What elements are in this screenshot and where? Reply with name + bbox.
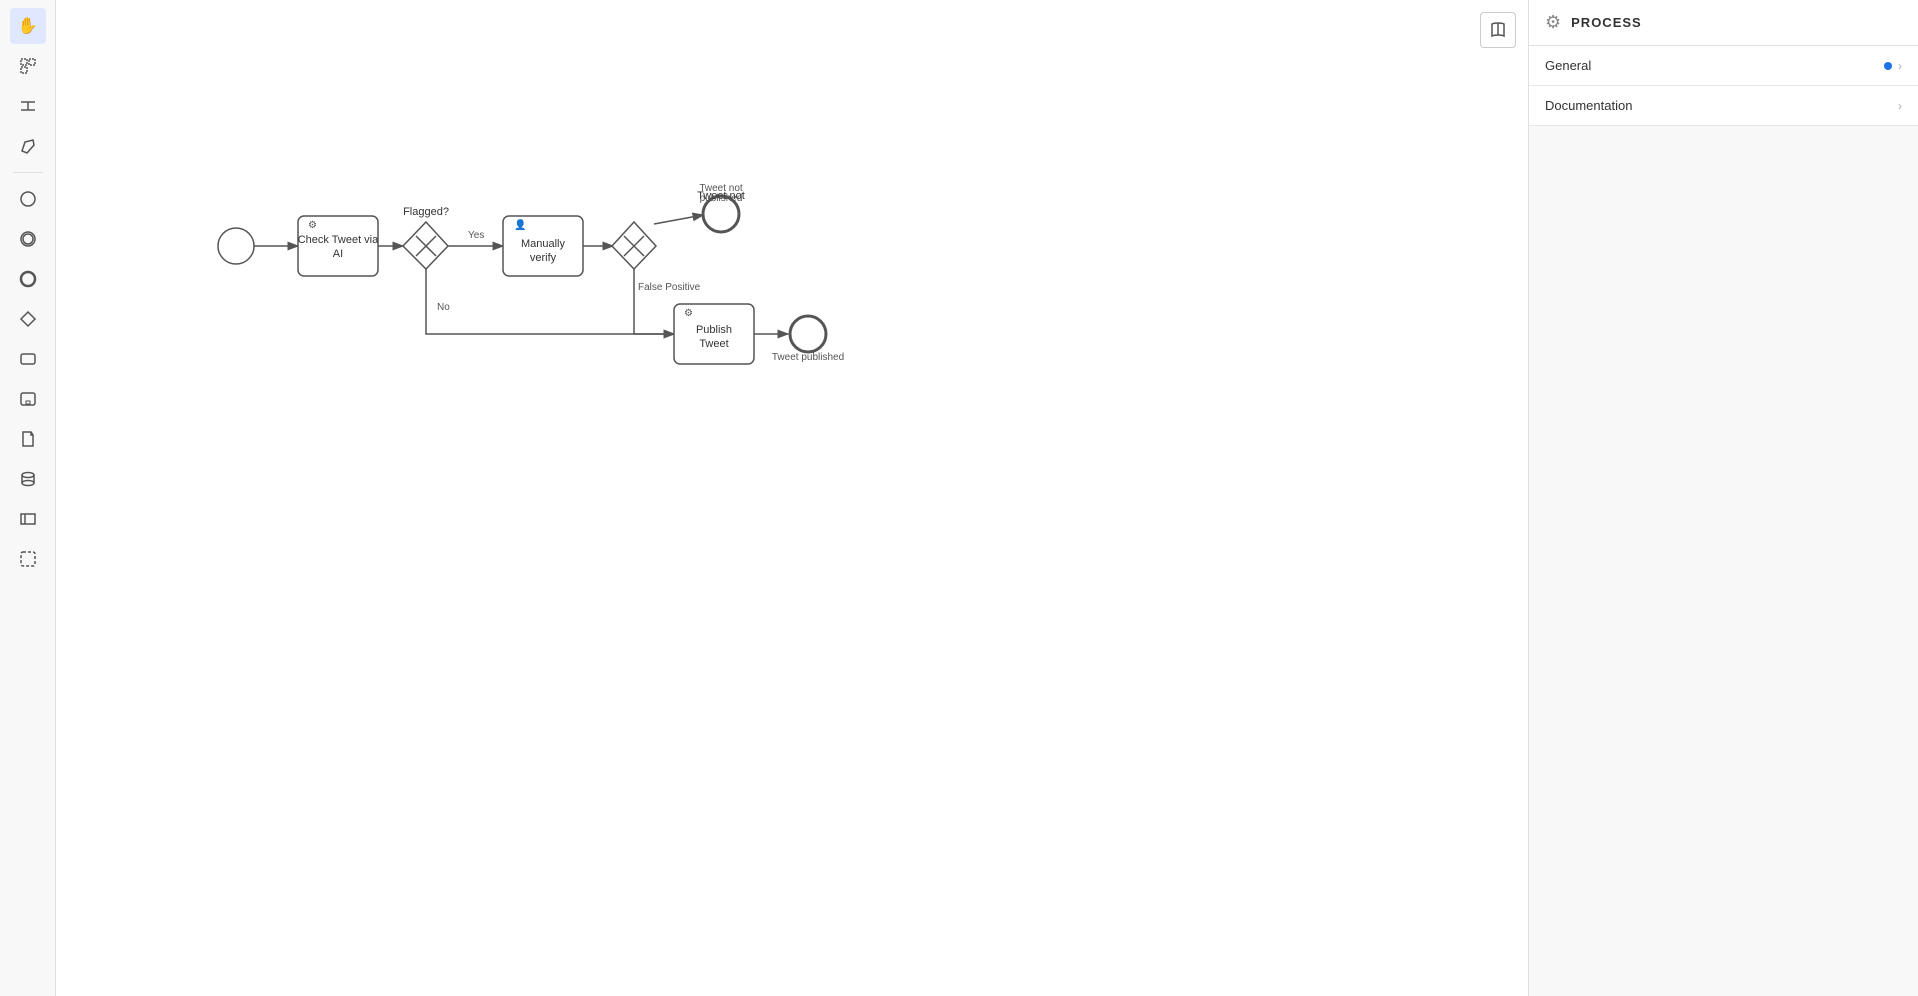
- user-task-icon: 👤: [514, 218, 526, 231]
- documentation-section[interactable]: Documentation ›: [1529, 86, 1918, 126]
- end2-label: Tweet published: [772, 352, 844, 363]
- task-tool[interactable]: [10, 341, 46, 377]
- general-dot: [1884, 62, 1892, 70]
- edge-gw1-task3: [426, 269, 674, 334]
- general-chevron: ›: [1898, 59, 1902, 73]
- end-event-published[interactable]: [790, 316, 826, 352]
- left-toolbar: ✋: [0, 0, 56, 996]
- start-event-tool[interactable]: [10, 181, 46, 217]
- data-object-tool[interactable]: [10, 421, 46, 457]
- bpmn-diagram[interactable]: Yes No False Positive ⚙ Check Tweet via …: [56, 0, 1528, 996]
- task2-label-line1: Manually: [521, 238, 566, 250]
- edge-gw2-task3: [634, 269, 674, 334]
- documentation-label: Documentation: [1545, 98, 1632, 113]
- edge-label-yes: Yes: [468, 230, 484, 241]
- task-check-tweet[interactable]: ⚙ Check Tweet via AI: [298, 216, 379, 276]
- documentation-chevron: ›: [1898, 99, 1902, 113]
- gateway1-label: Flagged?: [403, 206, 449, 218]
- general-section[interactable]: General ›: [1529, 46, 1918, 86]
- canvas-area[interactable]: Yes No False Positive ⚙ Check Tweet via …: [56, 0, 1528, 996]
- gateway-unnamed[interactable]: [612, 222, 656, 269]
- task1-label-line1: Check Tweet via: [298, 234, 379, 246]
- service-task-icon: ⚙: [308, 220, 317, 231]
- general-section-right: ›: [1884, 59, 1902, 73]
- panel-gear-icon: ⚙: [1545, 12, 1561, 33]
- data-store-tool[interactable]: [10, 461, 46, 497]
- documentation-section-right: ›: [1898, 99, 1902, 113]
- align-tool[interactable]: [10, 88, 46, 124]
- task-publish-tweet[interactable]: ⚙ Publish Tweet: [674, 304, 754, 364]
- end-event-tool[interactable]: [10, 261, 46, 297]
- selection-tool[interactable]: [10, 48, 46, 84]
- right-panel: ⚙ PROCESS General › Documentation ›: [1528, 0, 1918, 996]
- hand-tool[interactable]: ✋: [10, 8, 46, 44]
- subprocess-tool[interactable]: [10, 381, 46, 417]
- gateway-flagged[interactable]: Flagged?: [403, 206, 449, 269]
- panel-title: PROCESS: [1571, 15, 1642, 30]
- start-event[interactable]: [218, 228, 254, 264]
- edge-label-false-positive: False Positive: [638, 282, 701, 293]
- general-label: General: [1545, 58, 1591, 73]
- intermediate-event-tool[interactable]: [10, 221, 46, 257]
- task-manually-verify[interactable]: 👤 Manually verify: [503, 216, 583, 276]
- task1-label-line2: AI: [333, 248, 343, 260]
- publish-task-icon: ⚙: [684, 308, 693, 319]
- edge-label-no: No: [437, 302, 450, 313]
- pencil-tool[interactable]: [10, 128, 46, 164]
- end1-label-bottom: published: [700, 193, 743, 204]
- panel-header: ⚙ PROCESS: [1529, 0, 1918, 46]
- gateway-tool[interactable]: [10, 301, 46, 337]
- task2-label-line2: verify: [530, 252, 557, 264]
- group-tool[interactable]: [10, 541, 46, 577]
- task3-label-line1: Publish: [696, 324, 732, 336]
- pool-tool[interactable]: [10, 501, 46, 537]
- edge-gw2-end1: [654, 215, 703, 224]
- task3-label-line2: Tweet: [699, 338, 728, 350]
